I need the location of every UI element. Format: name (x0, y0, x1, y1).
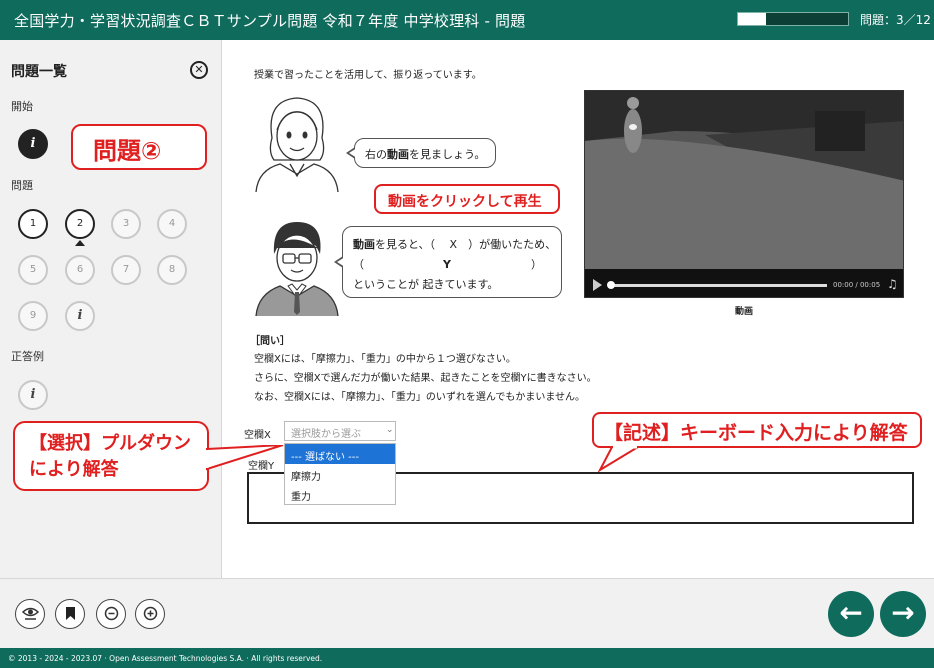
video-time: 00:00 / 00:05 (833, 281, 881, 289)
video-frame[interactable] (585, 91, 903, 269)
questions-section-label: 問題 (11, 179, 33, 192)
question-button-3[interactable]: 3 (111, 209, 141, 239)
select-note-line1: 【選択】プルダウン (29, 433, 191, 454)
speech2-line1-text: を見ると、（ X ）が働いたため、 (375, 238, 557, 251)
teacher-speech-bubble: 右の動画を見ましょう。 (346, 138, 496, 168)
keyboard-input-annotation: 【記述】キーボード入力により解答 (592, 412, 922, 448)
blank-x-dropdown[interactable]: --- 選ばない --- 摩擦力 重力 (284, 443, 396, 505)
top-bar: 全国学力・学習状況調査ＣＢＴサンプル問題 令和７年度 中学校理科 - 問題 問題… (0, 0, 934, 40)
zoom-out-button[interactable] (96, 599, 126, 629)
current-question-marker (75, 240, 85, 246)
question-button-7[interactable]: 7 (111, 255, 141, 285)
close-icon[interactable]: ✕ (190, 61, 208, 79)
bookmark-icon (65, 607, 75, 620)
speech2-line1: 動画を見ると、（ X ）が働いたため、 (353, 235, 561, 255)
question-line-2: さらに、空欄Xで選んだ力が働いた結果、起きたことを空欄Yに書きなさい。 (254, 373, 597, 384)
start-info-button[interactable]: i (18, 129, 48, 159)
question-button-8[interactable]: 8 (157, 255, 187, 285)
question-content: 授業で習ったことを活用して、振り返っています。 右の動画を見ましょう。 動画を見… (222, 40, 934, 578)
question-button-6[interactable]: 6 (65, 255, 95, 285)
seek-handle[interactable] (607, 281, 615, 289)
speech1-text-post: を見ましょう。 (409, 148, 486, 161)
zoom-in-icon (143, 606, 157, 621)
question-button-2[interactable]: 2 (65, 209, 95, 239)
question-heading: ［問い］ (250, 336, 290, 347)
zoom-in-button[interactable] (135, 599, 165, 629)
video-caption: 動画 (734, 307, 753, 317)
dropdown-option-friction[interactable]: 摩擦力 (285, 464, 395, 484)
page-title: 全国学力・学習状況調査ＣＢＴサンプル問題 令和７年度 中学校理科 - 問題 (14, 12, 526, 30)
sidebar-title: 問題一覧 (11, 64, 67, 80)
zoom-out-icon (104, 606, 118, 621)
select-dropdown-annotation: 【選択】プルダウン により解答 (13, 421, 209, 491)
speech1-text-pre: 右の (365, 148, 387, 161)
video-scene-graphic (585, 91, 903, 269)
question-button-1[interactable]: 1 (18, 209, 48, 239)
question-button-5[interactable]: 5 (18, 255, 48, 285)
answer-example-button[interactable]: i (18, 380, 48, 410)
question-button-9[interactable]: 9 (18, 301, 48, 331)
chevron-down-icon[interactable]: ⌄ (386, 425, 394, 435)
blank-x-select[interactable]: 選択肢から選ぶ (284, 421, 396, 441)
video-click-annotation: 動画をクリックして再生 (374, 184, 560, 214)
previous-button[interactable]: ← (828, 591, 874, 637)
speech2-blank-y: Y (443, 258, 451, 271)
play-icon[interactable] (593, 279, 602, 291)
progress-fill (738, 13, 766, 25)
next-button[interactable]: → (880, 591, 926, 637)
volume-icon[interactable]: ♫ (887, 277, 898, 291)
question-line-3: なお、空欄Xには、「摩擦力」、「重力」のいずれを選んでもかまいません。 (254, 392, 586, 403)
select-note-pointer (205, 445, 284, 471)
question-number-annotation: 問題② (71, 124, 207, 170)
speech2-line2: （ Y ） (353, 255, 561, 275)
blank-x-label: 空欄X (244, 430, 271, 441)
speech1-text-bold: 動画 (387, 148, 409, 161)
bookmark-button[interactable] (55, 599, 85, 629)
start-section-label: 開始 (11, 100, 33, 113)
dropdown-option-none[interactable]: --- 選ばない --- (285, 444, 395, 464)
copyright-footer: © 2013 - 2024 - 2023.07 · Open Assessmen… (0, 648, 934, 668)
intro-text: 授業で習ったことを活用して、振り返っています。 (254, 70, 482, 81)
end-info-button[interactable]: i (65, 301, 95, 331)
video-player[interactable]: 00:00 / 00:05 ♫ (584, 90, 904, 298)
question-button-4[interactable]: 4 (157, 209, 187, 239)
bottom-toolbar: ← → (0, 578, 934, 648)
keyboard-note-pointer (598, 446, 642, 472)
speech2-close-paren: ） (531, 258, 542, 271)
speech2-open-paren: （ (353, 258, 364, 271)
speech2-line3: ということが 起きています。 (353, 278, 499, 291)
eye-tool-button[interactable] (15, 599, 45, 629)
question-list-sidebar: 問題一覧 ✕ 開始 i 問題② 問題 1 2 3 4 5 6 7 8 9 i 正… (0, 40, 222, 578)
video-controls: 00:00 / 00:05 ♫ (585, 271, 903, 297)
question-counter: 問題：3／12 (860, 13, 931, 27)
progress-bar (737, 12, 849, 26)
speech2-text-bold: 動画 (353, 238, 375, 251)
video-seek-bar[interactable] (609, 284, 827, 287)
student-illustration (255, 222, 339, 316)
eye-icon (21, 607, 39, 620)
teacher-illustration (255, 97, 339, 192)
select-note-line2: により解答 (29, 459, 119, 480)
answer-example-label: 正答例 (11, 350, 44, 363)
question-line-1: 空欄Xには、「摩擦力」、「重力」の中から１つ選びなさい。 (254, 354, 516, 365)
dropdown-option-gravity[interactable]: 重力 (285, 484, 395, 504)
student-speech-bubble: 動画を見ると、（ X ）が働いたため、 （ Y ） ということが 起きています。 (334, 226, 562, 298)
